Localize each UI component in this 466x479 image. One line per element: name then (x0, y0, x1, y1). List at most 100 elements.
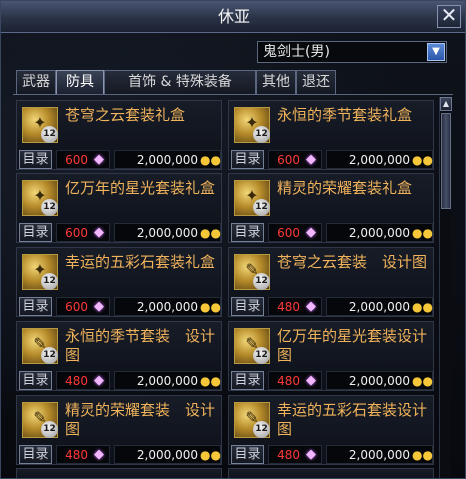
scroll-up-icon[interactable]: ▲ (440, 97, 452, 111)
special-cost-value: 600 (65, 226, 88, 240)
gold-coins-icon: ●● (200, 374, 221, 388)
gift-box-icon[interactable]: ✦ 12 (234, 180, 270, 216)
gem-icon: ◆ (94, 225, 104, 240)
gold-cost: 2,000,000 ●● (326, 223, 433, 242)
blueprint-icon[interactable]: ✎ 12 (22, 328, 58, 364)
special-cost-value: 480 (277, 374, 300, 388)
catalog-button[interactable]: 目录 (231, 223, 264, 242)
gold-coins-icon: ●● (200, 300, 221, 314)
item-card-partial[interactable] (228, 468, 434, 478)
gold-cost-value: 2,000,000 (136, 448, 198, 462)
item-price-row: 目录 480 ◆ 2,000,000 ●● (17, 443, 223, 465)
item-price-row: 目录 480 ◆ 2,000,000 ●● (17, 369, 223, 391)
item-card[interactable]: ✎ 12 精灵的荣耀套装 设计图 目录 480 ◆ 2,000,000 ●● (16, 395, 222, 465)
item-level-badge: 12 (41, 199, 58, 216)
catalog-button[interactable]: 目录 (231, 445, 264, 464)
item-card[interactable]: ✦ 12 永恒的季节套装礼盒 目录 600 ◆ 2,000,000 ●● (228, 100, 434, 170)
catalog-button[interactable]: 目录 (19, 371, 52, 390)
special-cost: 600 ◆ (56, 297, 110, 316)
class-select-dropdown[interactable]: 鬼剑士(男) ▼ (257, 41, 447, 63)
window-title: 休亚 (217, 7, 250, 26)
gem-icon: ◆ (306, 373, 316, 388)
catalog-button[interactable]: 目录 (19, 223, 52, 242)
special-cost-value: 600 (65, 153, 88, 167)
item-card-partial[interactable] (16, 468, 222, 478)
item-level-badge: 12 (41, 126, 58, 143)
gold-coins-icon: ●● (200, 448, 221, 462)
tab-weapons[interactable]: 武器 (16, 70, 56, 94)
tab-accessories[interactable]: 首饰 & 特殊装备 (104, 70, 256, 94)
special-cost-value: 480 (277, 300, 300, 314)
special-cost-value: 480 (65, 448, 88, 462)
item-card[interactable]: ✦ 12 幸运的五彩石套装礼盒 目录 600 ◆ 2,000,000 ●● (16, 247, 222, 317)
item-card[interactable]: ✎ 12 永恒的季节套装 设计图 目录 480 ◆ 2,000,000 ●● (16, 321, 222, 391)
gift-box-icon[interactable]: ✦ 12 (22, 180, 58, 216)
item-price-row: 目录 600 ◆ 2,000,000 ●● (17, 148, 223, 170)
catalog-button[interactable]: 目录 (19, 445, 52, 464)
item-card[interactable]: ✎ 12 苍穹之云套装 设计图 目录 480 ◆ 2,000,000 ●● (228, 247, 434, 317)
window-titlebar[interactable]: 休亚 ✕ (1, 1, 465, 33)
item-card[interactable]: ✦ 12 亿万年的星光套装礼盒 目录 600 ◆ 2,000,000 ●● (16, 173, 222, 243)
item-name: 亿万年的星光套装设计图 (277, 327, 428, 364)
item-level-badge: 12 (41, 273, 58, 290)
blueprint-icon[interactable]: ✎ 12 (234, 254, 270, 290)
special-cost: 480 ◆ (268, 297, 322, 316)
special-cost: 480 ◆ (56, 371, 110, 390)
item-card[interactable]: ✦ 12 精灵的荣耀套装礼盒 目录 600 ◆ 2,000,000 ●● (228, 173, 434, 243)
catalog-button[interactable]: 目录 (231, 150, 264, 169)
gift-box-icon[interactable]: ✦ 12 (234, 107, 270, 143)
special-cost: 600 ◆ (268, 150, 322, 169)
item-name: 精灵的荣耀套装 设计图 (65, 401, 216, 438)
item-price-row: 目录 600 ◆ 2,000,000 ●● (17, 221, 223, 243)
item-card[interactable]: ✎ 12 幸运的五彩石套装设计图 目录 480 ◆ 2,000,000 ●● (228, 395, 434, 465)
blueprint-icon[interactable]: ✎ 12 (234, 402, 270, 438)
scroll-thumb[interactable] (441, 113, 451, 209)
gem-icon: ◆ (306, 447, 316, 462)
special-cost: 480 ◆ (268, 445, 322, 464)
item-name: 永恒的季节套装礼盒 (277, 106, 413, 124)
item-name: 亿万年的星光套装礼盒 (65, 179, 216, 197)
item-card[interactable]: ✎ 12 亿万年的星光套装设计图 目录 480 ◆ 2,000,000 ●● (228, 321, 434, 391)
special-cost: 600 ◆ (56, 150, 110, 169)
gem-icon: ◆ (94, 299, 104, 314)
gold-cost: 2,000,000 ●● (114, 371, 221, 390)
catalog-button[interactable]: 目录 (19, 150, 52, 169)
catalog-button[interactable]: 目录 (231, 297, 264, 316)
item-level-badge: 12 (253, 273, 270, 290)
gold-coins-icon: ●● (200, 226, 221, 240)
tab-others[interactable]: 其他 (256, 70, 296, 94)
gold-cost: 2,000,000 ●● (114, 297, 221, 316)
item-name: 幸运的五彩石套装设计图 (277, 401, 428, 438)
item-name: 永恒的季节套装 设计图 (65, 327, 216, 364)
gold-cost: 2,000,000 ●● (326, 150, 433, 169)
item-list-scrollbar[interactable]: ▲ (439, 97, 452, 478)
blueprint-icon[interactable]: ✎ 12 (234, 328, 270, 364)
gold-cost: 2,000,000 ●● (326, 445, 433, 464)
gift-box-icon[interactable]: ✦ 12 (22, 254, 58, 290)
gold-cost-value: 2,000,000 (348, 374, 410, 388)
item-card[interactable]: ✦ 12 苍穹之云套装礼盒 目录 600 ◆ 2,000,000 ●● (16, 100, 222, 170)
tab-armor[interactable]: 防具 (56, 70, 104, 94)
item-level-badge: 12 (253, 347, 270, 364)
close-icon[interactable]: ✕ (437, 5, 461, 28)
gold-coins-icon: ●● (412, 300, 433, 314)
catalog-button[interactable]: 目录 (231, 371, 264, 390)
gift-box-icon[interactable]: ✦ 12 (22, 107, 58, 143)
special-cost-value: 600 (277, 226, 300, 240)
item-level-badge: 12 (253, 199, 270, 216)
chevron-down-icon[interactable]: ▼ (427, 43, 445, 61)
item-level-badge: 12 (253, 421, 270, 438)
special-cost: 480 ◆ (268, 371, 322, 390)
blueprint-icon[interactable]: ✎ 12 (22, 402, 58, 438)
item-name: 幸运的五彩石套装礼盒 (65, 253, 216, 271)
gold-coins-icon: ●● (412, 448, 433, 462)
class-select-value: 鬼剑士(男) (263, 44, 330, 60)
gold-cost: 2,000,000 ●● (326, 297, 433, 316)
gold-cost: 2,000,000 ●● (326, 371, 433, 390)
gold-cost-value: 2,000,000 (136, 153, 198, 167)
item-price-row: 目录 600 ◆ 2,000,000 ●● (17, 295, 223, 317)
catalog-button[interactable]: 目录 (19, 297, 52, 316)
tab-refund[interactable]: 退还 (296, 70, 336, 94)
special-cost-value: 480 (277, 448, 300, 462)
gem-icon: ◆ (94, 152, 104, 167)
